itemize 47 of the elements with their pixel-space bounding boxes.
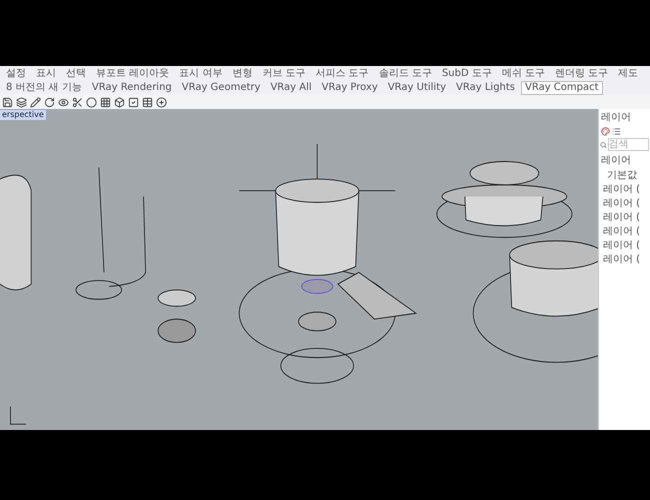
pencil-icon[interactable] (30, 96, 41, 108)
circle-icon[interactable] (86, 96, 97, 108)
panel-title: 레이어 (600, 111, 632, 125)
search-icon (600, 140, 607, 148)
ribbon-tab[interactable]: 서피스 도구 (312, 67, 373, 81)
list-icon[interactable] (612, 127, 621, 136)
ribbon-tab[interactable]: VRay Rendering (88, 81, 176, 95)
layer-item[interactable]: 레이어 ( (599, 212, 650, 224)
cube-icon[interactable] (114, 96, 125, 108)
ribbon-tab[interactable]: 설정 (2, 67, 30, 81)
rotate-icon[interactable] (44, 96, 55, 108)
ribbon-tab[interactable]: 렌더링 도구 (551, 67, 612, 81)
ribbon-tab[interactable]: VRay Proxy (318, 81, 382, 95)
scissors-icon[interactable] (72, 96, 83, 108)
ribbon-tab[interactable]: 제도 (614, 67, 642, 81)
eye-icon[interactable] (58, 96, 69, 108)
layer-item[interactable]: 레이어 ( (599, 198, 650, 210)
ribbon-tab[interactable]: VRay Compact (521, 81, 603, 95)
ribbon-tab[interactable]: SubD 도구 (438, 67, 496, 81)
plus-circle-icon[interactable] (156, 96, 167, 108)
palette-icon[interactable] (601, 127, 610, 136)
ribbon-tab[interactable]: VRay All (266, 81, 316, 95)
layer-item[interactable]: 레이어 ( (599, 226, 650, 238)
ribbon-tab[interactable]: 선택 (62, 67, 90, 81)
layer-item[interactable]: 기본값 (599, 170, 650, 182)
checkbox-icon[interactable] (128, 96, 139, 108)
ribbon-tab[interactable]: 표시 여부 (175, 67, 226, 81)
ribbon-tab[interactable]: 8 버전의 새 기능 (2, 81, 86, 95)
layer-item[interactable]: 레이어 ( (599, 240, 650, 252)
ribbon-tab[interactable]: 변형 (228, 67, 256, 81)
layer-item[interactable]: 레이어 ( (599, 254, 650, 266)
grid-icon[interactable] (100, 96, 111, 108)
layers-icon[interactable] (16, 96, 27, 108)
ribbon-tab[interactable]: VRay Geometry (178, 81, 264, 95)
viewport-label[interactable]: erspective (0, 110, 46, 120)
ribbon-tab[interactable]: 솔리드 도구 (374, 67, 436, 81)
ribbon-tab[interactable]: VRay Utility (384, 81, 450, 95)
ribbon-tab[interactable]: 커브 도구 (258, 67, 310, 81)
search-field[interactable]: 검색 (608, 138, 649, 151)
ribbon-tab[interactable]: 표시 (32, 67, 60, 81)
table-icon[interactable] (142, 96, 153, 108)
layer-item[interactable]: 레이어 ( (599, 184, 650, 196)
save-icon[interactable] (2, 96, 13, 108)
ribbon-tab[interactable]: 뷰포트 레이아웃 (92, 67, 174, 81)
ribbon-tab[interactable]: VRay Lights (452, 81, 520, 95)
ribbon-tab[interactable]: 메쉬 도구 (498, 67, 550, 81)
column-header: 레이어 (600, 154, 632, 168)
